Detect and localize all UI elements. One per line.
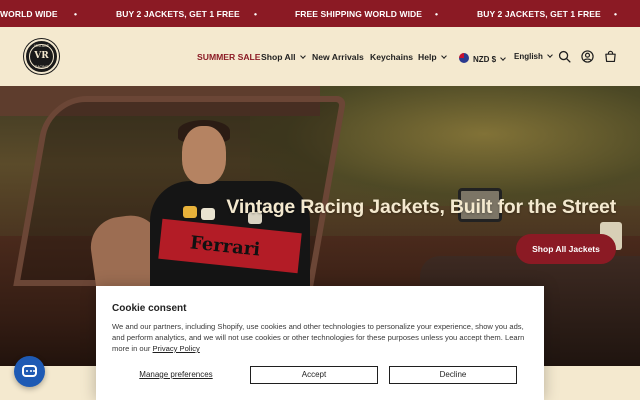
currency-label: NZD $	[473, 55, 497, 64]
site-header: VINTAGE VR RACING SUMMER SALE Shop All N…	[0, 27, 640, 86]
cart-icon[interactable]	[604, 50, 617, 63]
chat-widget-button[interactable]	[14, 356, 45, 387]
currency-selector[interactable]: NZD $	[459, 52, 506, 64]
announcement-item: BUY 2 JACKETS, GET 1 FREE	[116, 9, 240, 19]
hero-title: Vintage Racing Jackets, Built for the St…	[226, 196, 616, 218]
cookie-body: We and our partners, including Shopify, …	[112, 321, 528, 354]
announcement-separator: •	[254, 9, 258, 19]
model-head	[182, 126, 226, 184]
chat-icon	[22, 365, 37, 377]
nav-help-label: Help	[418, 52, 437, 62]
logo-top-text: VINTAGE	[33, 44, 50, 48]
decline-button[interactable]: Decline	[389, 366, 517, 384]
announcement-separator: •	[614, 9, 618, 19]
announcement-item: BUY 2 JACKETS, GET 1 FREE	[477, 9, 601, 19]
announcement-separator: •	[435, 9, 439, 19]
announcement-separator: •	[74, 9, 78, 19]
shop-all-jackets-button[interactable]: Shop All Jackets	[516, 234, 616, 264]
language-label: English	[514, 52, 543, 61]
nav-help[interactable]: Help	[418, 52, 447, 62]
announcement-item: WORLD WIDE	[0, 9, 58, 19]
announcement-bar: WORLD WIDE • BUY 2 JACKETS, GET 1 FREE •…	[0, 0, 640, 27]
nav-keychains[interactable]: Keychains	[370, 52, 413, 62]
cookie-consent-dialog: Cookie consent We and our partners, incl…	[96, 286, 544, 400]
privacy-policy-link[interactable]: Privacy Policy	[153, 344, 200, 353]
language-selector[interactable]: English	[514, 52, 553, 61]
announcement-item: FREE SHIPPING WORLD WIDE	[295, 9, 423, 19]
nav-shop-all[interactable]: Shop All	[261, 52, 306, 62]
nz-flag-icon	[459, 53, 469, 63]
chevron-down-icon	[299, 53, 306, 59]
logo-bottom-text: RACING	[34, 65, 49, 69]
search-icon[interactable]	[558, 50, 571, 63]
nav-shop-all-label: Shop All	[261, 52, 296, 62]
logo-monogram: VR	[34, 51, 49, 61]
nav-new-arrivals[interactable]: New Arrivals	[312, 52, 364, 62]
cookie-title: Cookie consent	[112, 303, 187, 314]
chevron-down-icon	[440, 53, 447, 59]
accept-button[interactable]: Accept	[250, 366, 378, 384]
nav-summer-sale[interactable]: SUMMER SALE	[197, 52, 261, 62]
chevron-down-icon	[500, 55, 506, 61]
brand-logo[interactable]: VINTAGE VR RACING	[24, 39, 59, 74]
account-icon[interactable]	[581, 50, 594, 63]
manage-preferences-link[interactable]: Manage preferences	[112, 366, 240, 384]
chevron-down-icon	[547, 52, 553, 58]
